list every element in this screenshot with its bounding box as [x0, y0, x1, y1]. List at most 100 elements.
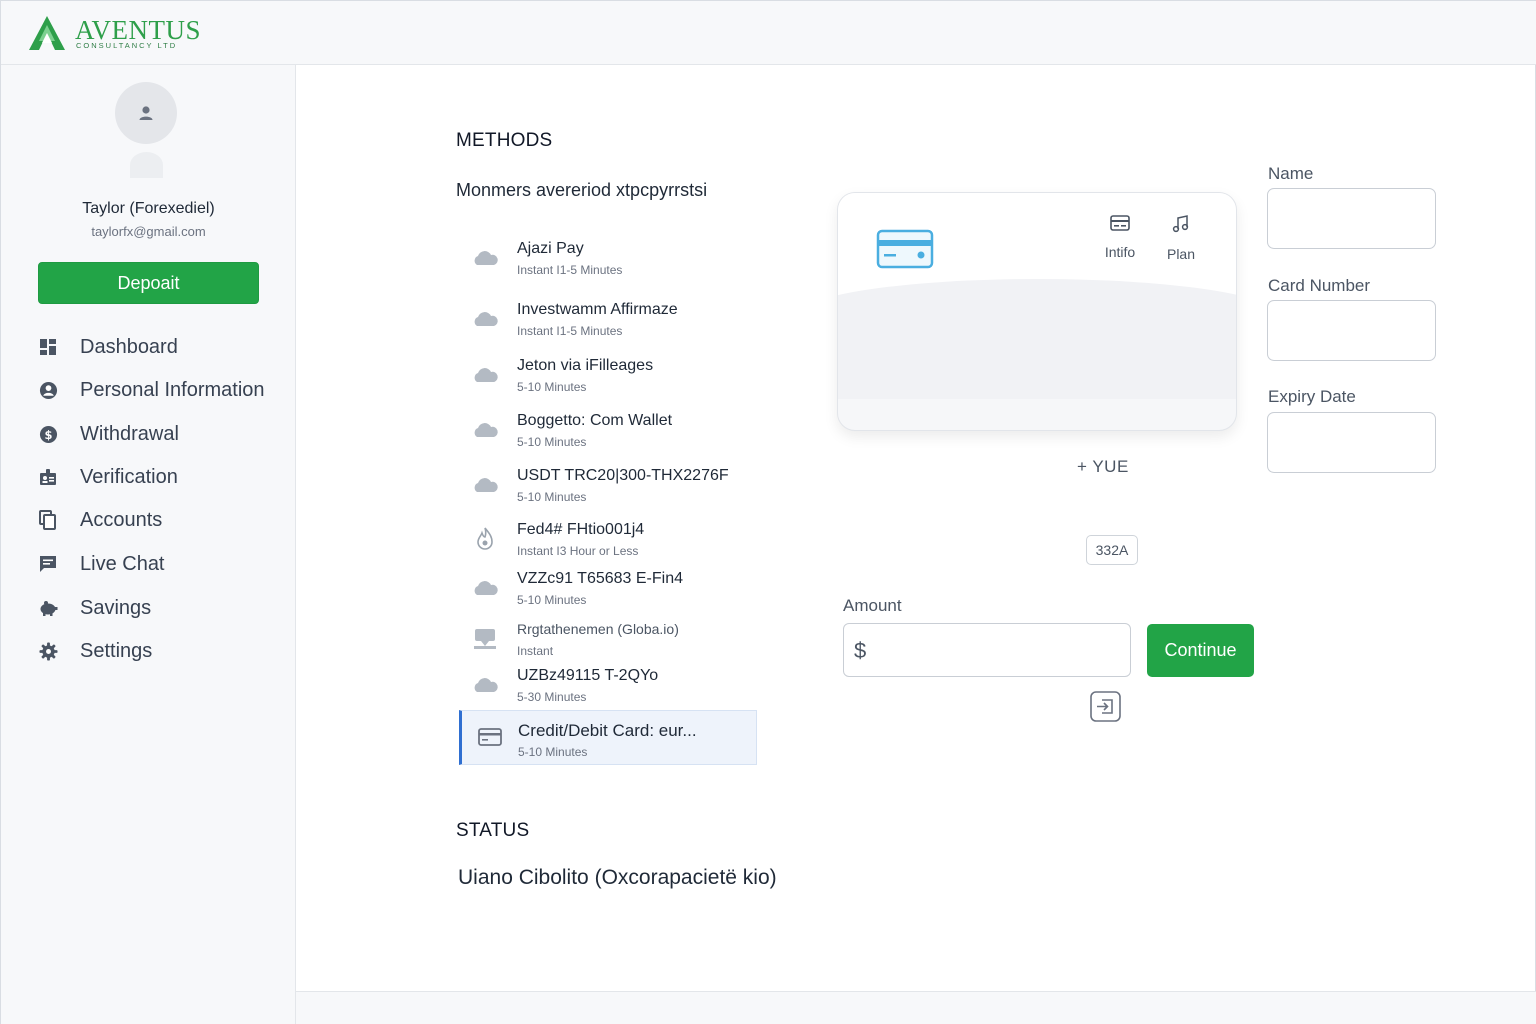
flame-icon [477, 527, 493, 550]
card-number-label: Card Number [1268, 276, 1371, 295]
user-email: taylorfx@gmail.com [91, 224, 206, 239]
method-item[interactable]: Jeton via iFilleages 5-10 Minutes [459, 357, 757, 411]
sidebar-item-withdrawal[interactable]: $ Withdrawal [38, 419, 278, 449]
chat-icon [38, 554, 58, 574]
method-name: Fed4# FHtio001j4 [517, 521, 645, 538]
method-time: Instant [517, 644, 554, 658]
card-action-label: Intifo [1104, 244, 1136, 260]
user-icon [139, 106, 153, 120]
sidebar-item-label: Personal Information [80, 378, 265, 401]
sidebar-item-live-chat[interactable]: Live Chat [38, 549, 278, 579]
method-name: Credit/Debit Card: eur... [518, 721, 697, 740]
method-name: USDT TRC20|300-THX2276F [517, 467, 729, 484]
method-time: Instant I1-5 Minutes [517, 324, 623, 338]
status-text: Uiano Cibolito (Oxcorapacietë kio) [458, 866, 777, 889]
card-action-info[interactable]: Intifo [1095, 215, 1145, 260]
method-name: Ajazi Pay [517, 240, 584, 257]
bank-icon [474, 629, 496, 649]
method-time: 5-10 Minutes [517, 490, 587, 504]
cloud-icon [474, 368, 498, 382]
sidebar-item-dashboard[interactable]: Dashboard [38, 332, 278, 362]
dashboard-icon [38, 337, 58, 357]
sidebar-item-savings[interactable]: Savings [38, 593, 278, 623]
brand-tagline: CONSULTANCY LTD [76, 41, 178, 50]
method-item[interactable]: VZZc91 T65683 E-Fin4 5-10 Minutes [459, 570, 757, 624]
footer [296, 992, 1536, 1024]
method-item[interactable]: Investwamm Affirmaze Instant I1-5 Minute… [459, 301, 757, 355]
sidebar-item-verification[interactable]: Verification [38, 462, 278, 492]
cloud-icon [474, 251, 498, 265]
method-time: 5-10 Minutes [517, 380, 587, 394]
method-time: Instant I3 Hour or Less [517, 544, 639, 558]
credit-card-icon [478, 728, 502, 746]
cloud-icon [474, 423, 498, 437]
exit-icon[interactable] [1090, 691, 1121, 722]
cloud-icon [474, 678, 498, 692]
code-badge: 332A [1086, 535, 1138, 565]
user-name: Taylor (Forexediel) [82, 200, 215, 217]
music-note-icon [1172, 215, 1189, 233]
cloud-icon [474, 312, 498, 326]
method-name: Investwamm Affirmaze [517, 301, 678, 318]
method-item[interactable]: USDT TRC20|300-THX2276F 5-10 Minutes [459, 467, 757, 521]
methods-subtitle: Monmers avereriod xtpcpyrrstsi [456, 180, 708, 200]
card-action-plan[interactable]: Plan [1156, 215, 1206, 262]
app-window: AVENTUS CONSULTANCY LTD Taylor (Forexedi… [0, 0, 1536, 1024]
sidebar-item-label: Withdrawal [80, 422, 179, 445]
method-name: Jeton via iFilleages [517, 357, 654, 374]
method-time: 5-10 Minutes [517, 593, 587, 607]
sidebar-item-label: Dashboard [80, 335, 178, 358]
expiry-date-field[interactable] [1267, 412, 1436, 473]
methods-title: METHODS [456, 130, 553, 151]
method-item[interactable]: Ajazi Pay Instant I1-5 Minutes [459, 240, 757, 294]
sidebar-item-settings[interactable]: Settings [38, 636, 278, 666]
avatar[interactable] [115, 82, 177, 144]
method-name: UZBz49115 T-2QYo [517, 667, 659, 684]
method-time: 5-10 Minutes [517, 435, 587, 449]
method-time: Instant I1-5 Minutes [517, 263, 623, 277]
method-name: VZZc91 T65683 E-Fin4 [517, 570, 684, 587]
method-name: Rrgtathenemen (Globa.io) [517, 621, 679, 637]
method-item[interactable]: Fed4# FHtio001j4 Instant I3 Hour or Less [459, 521, 757, 575]
sidebar-item-label: Accounts [80, 508, 163, 531]
avatar-placeholder [130, 152, 163, 178]
card-preview: Intifo Plan [837, 192, 1237, 431]
deposit-button[interactable]: Depoait [38, 262, 259, 304]
user-circle-icon [38, 380, 58, 400]
sidebar-item-personal-information[interactable]: Personal Information [38, 375, 278, 405]
method-time: 5-30 Minutes [517, 690, 587, 704]
name-field[interactable] [1267, 188, 1436, 249]
svg-text:$: $ [44, 427, 52, 441]
amount-input[interactable] [876, 632, 1124, 668]
card-small-icon [1110, 215, 1130, 231]
aventus-logo-icon [29, 16, 65, 50]
cloud-icon [474, 478, 498, 492]
status-title: STATUS [456, 820, 530, 841]
sidebar-item-label: Savings [80, 596, 152, 619]
method-time: 5-10 Minutes [518, 745, 588, 759]
dollar-circle-icon: $ [38, 424, 58, 444]
piggy-bank-icon [38, 598, 58, 618]
expiry-date-label: Expiry Date [1268, 387, 1356, 406]
card-number-input[interactable] [1268, 301, 1435, 360]
method-item-selected[interactable]: Credit/Debit Card: eur... 5-10 Minutes [459, 710, 757, 765]
currency-symbol: $ [854, 638, 867, 663]
sidebar-item-label: Live Chat [80, 552, 165, 575]
amount-field[interactable]: $ [843, 623, 1131, 677]
card-number-field[interactable] [1267, 300, 1436, 361]
copy-icon [38, 510, 58, 530]
name-input[interactable] [1268, 189, 1435, 248]
brand-logo[interactable]: AVENTUS CONSULTANCY LTD [27, 13, 247, 53]
expiry-date-input[interactable] [1268, 413, 1435, 472]
credit-card-icon [876, 229, 934, 269]
add-link[interactable]: + YUE [1077, 457, 1129, 477]
top-bar: AVENTUS CONSULTANCY LTD [1, 1, 1536, 65]
card-preview-body [838, 279, 1236, 399]
sidebar-item-accounts[interactable]: Accounts [38, 505, 278, 535]
badge-icon [38, 467, 58, 487]
cloud-icon [474, 581, 498, 595]
sidebar-item-label: Settings [80, 639, 153, 662]
continue-button[interactable]: Continue [1147, 624, 1254, 677]
method-item[interactable]: Boggetto: Com Wallet 5-10 Minutes [459, 412, 757, 466]
gear-icon [38, 641, 58, 661]
